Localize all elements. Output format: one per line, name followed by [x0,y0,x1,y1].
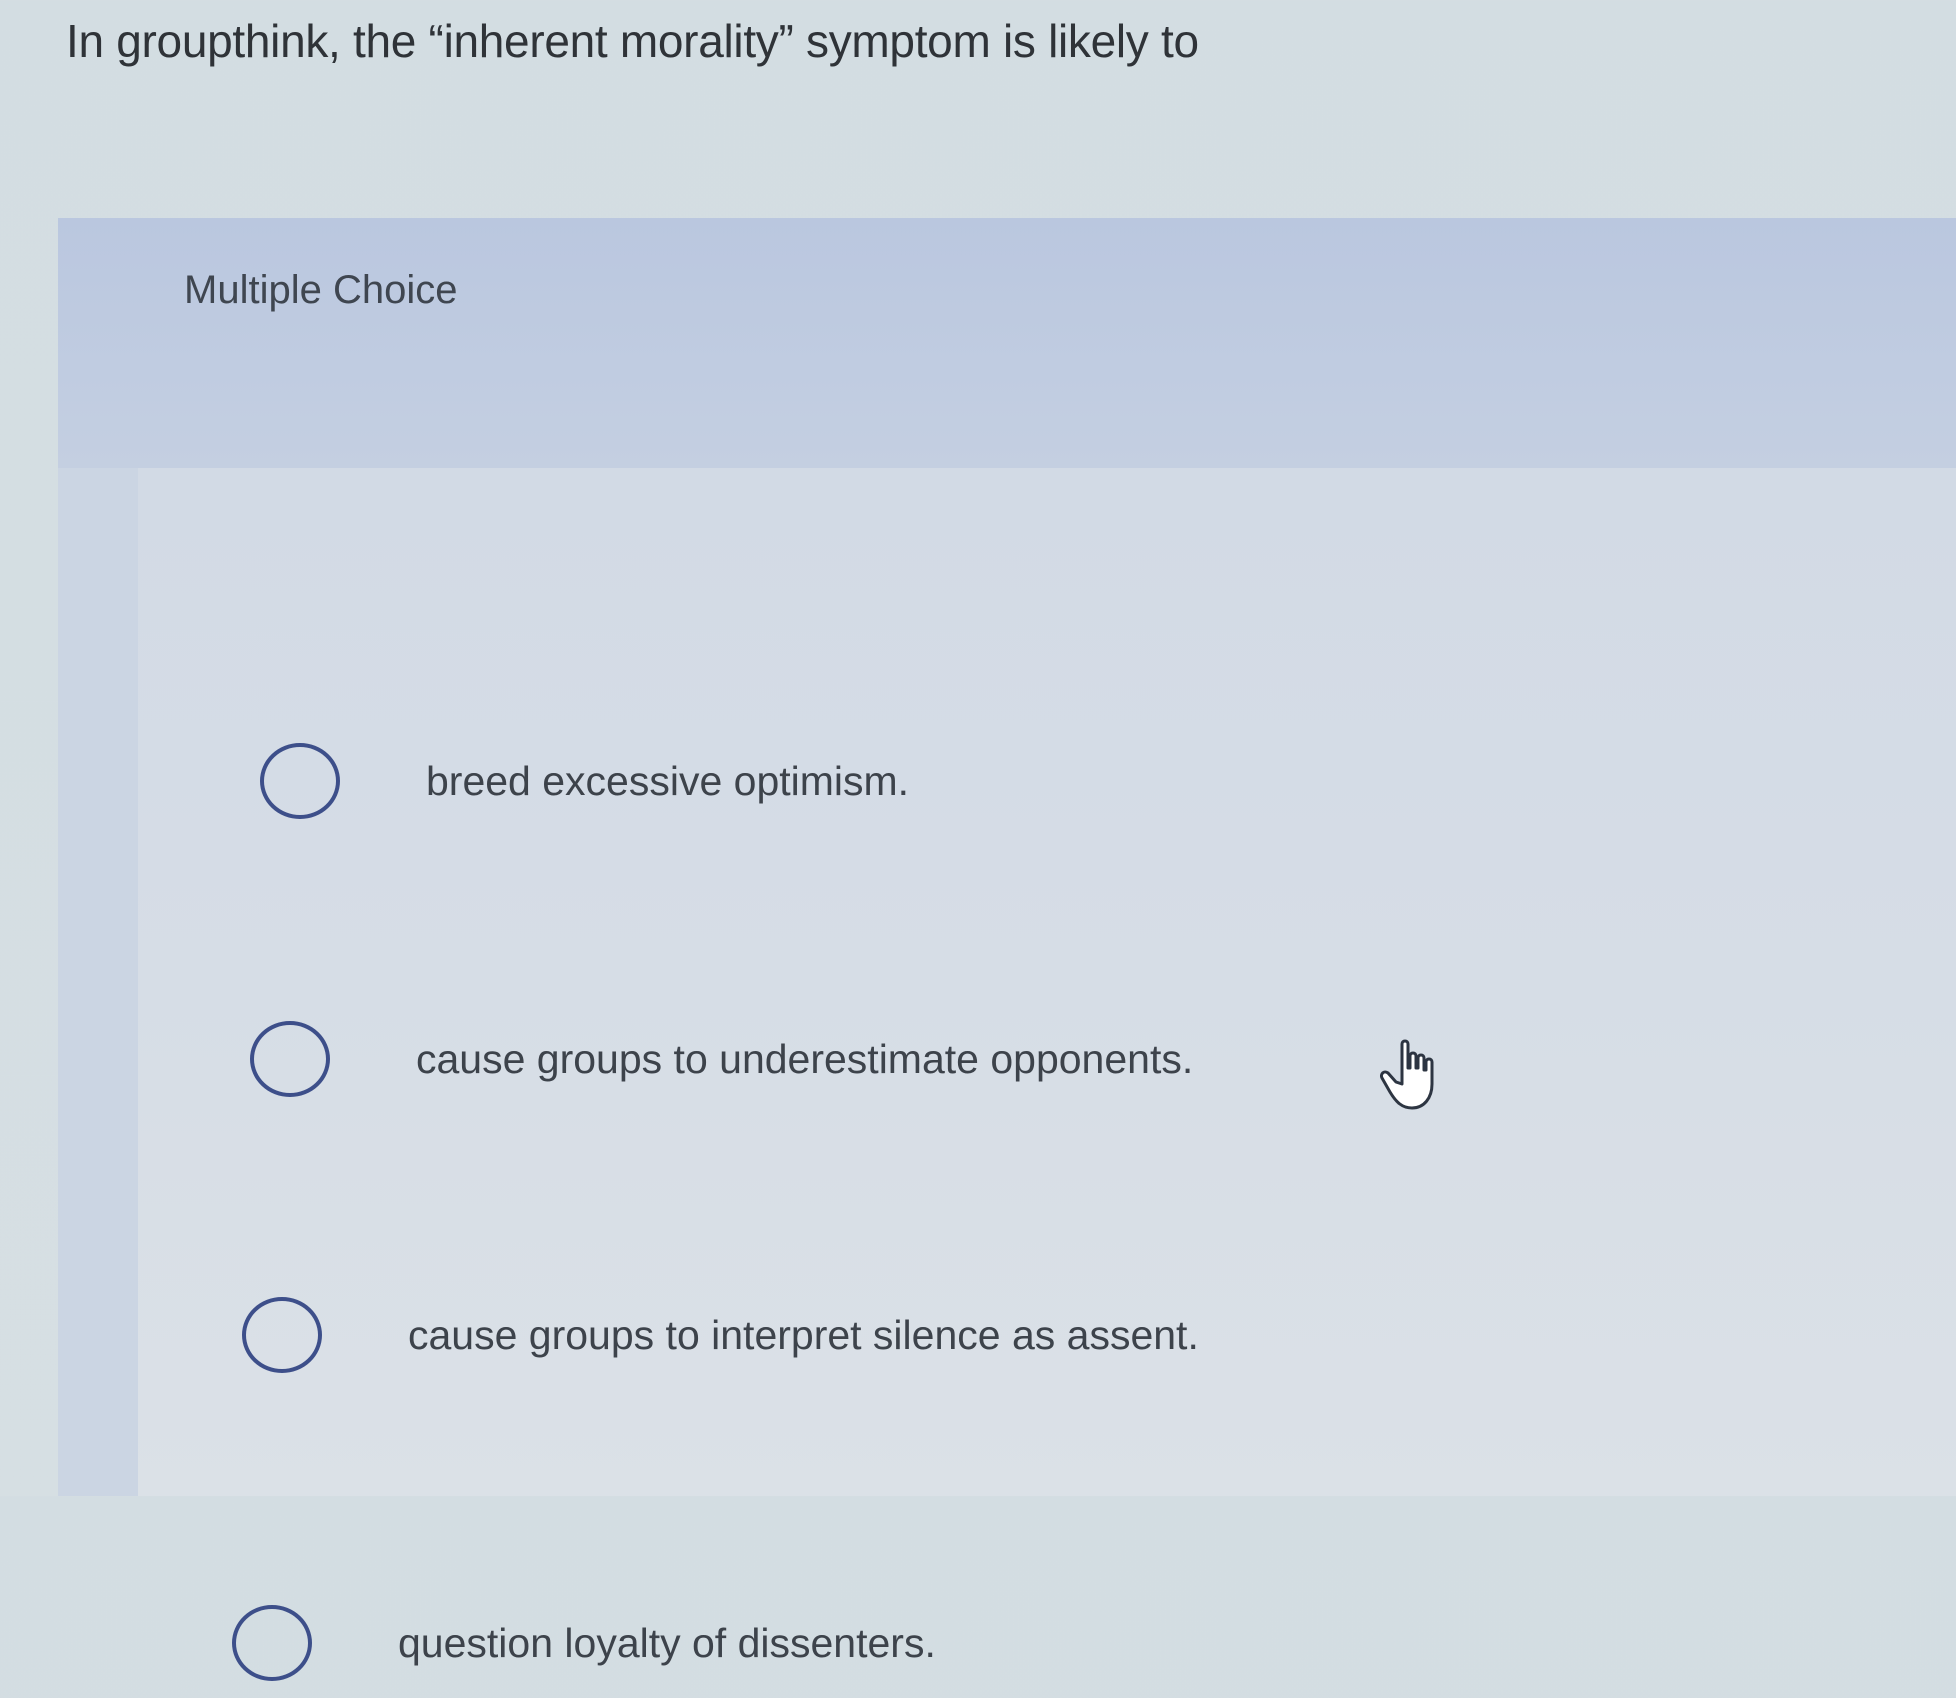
question-type-label: Multiple Choice [184,268,458,312]
multiple-choice-panel: Multiple Choice breed excessive optimism… [58,218,1956,1681]
radio-unselected-icon[interactable] [260,743,340,819]
option-d-label[interactable]: question loyalty of dissenters. [398,1620,936,1667]
option-c-label[interactable]: cause groups to interpret silence as ass… [408,1312,1199,1359]
option-d[interactable]: question loyalty of dissenters. [232,1588,936,1698]
choices-list: breed excessive optimism. cause groups t… [138,468,1956,1681]
radio-unselected-icon[interactable] [250,1021,330,1097]
option-a-label[interactable]: breed excessive optimism. [426,758,909,805]
panel-header: Multiple Choice [58,218,1956,468]
option-b-label[interactable]: cause groups to underestimate opponents. [416,1036,1193,1083]
option-c[interactable]: cause groups to interpret silence as ass… [242,1280,1199,1390]
radio-unselected-icon[interactable] [232,1605,312,1681]
option-b[interactable]: cause groups to underestimate opponents. [250,1004,1193,1114]
option-a[interactable]: breed excessive optimism. [260,726,909,836]
radio-unselected-icon[interactable] [242,1297,322,1373]
hand-pointer-icon [1380,1039,1434,1110]
question-text: In groupthink, the “inherent morality” s… [66,15,1199,67]
